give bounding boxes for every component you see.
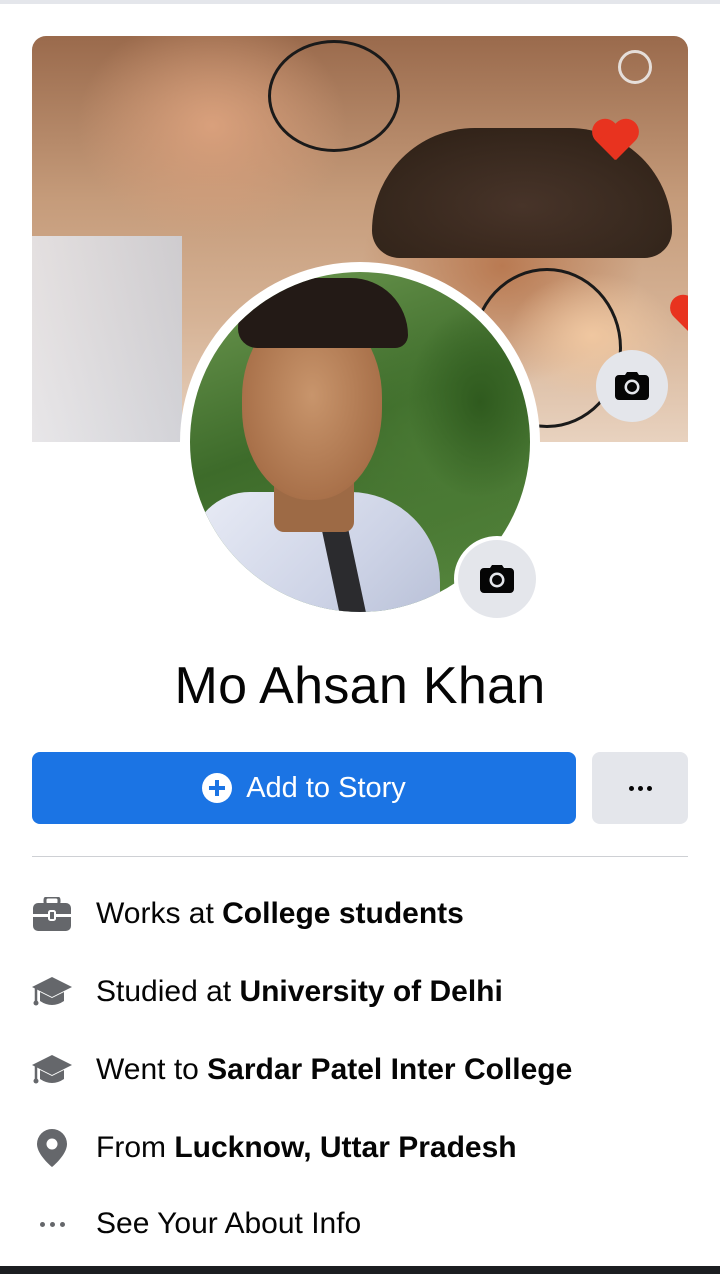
top-divider: [0, 0, 720, 4]
briefcase-icon: [32, 894, 72, 934]
profile-name: Mo Ahsan Khan: [174, 657, 546, 715]
see-about-info-link[interactable]: See Your About Info: [32, 1200, 688, 1248]
cover-glasses-decor: [268, 40, 400, 152]
profile-photo-figure: [238, 278, 408, 348]
graduation-cap-icon: [32, 972, 72, 1012]
intro-item-university[interactable]: Studied at University of Delhi: [32, 968, 688, 1016]
camera-icon: [615, 372, 649, 400]
see-about-info-label: See Your About Info: [96, 1207, 362, 1240]
intro-item-hometown[interactable]: From Lucknow, Uttar Pradesh: [32, 1124, 688, 1172]
heart-sticker-icon: [590, 120, 640, 166]
add-to-story-button[interactable]: Add to Story: [32, 752, 576, 824]
more-dots-icon: [32, 1204, 72, 1244]
intro-item-prefix: Works at: [96, 897, 223, 930]
more-dots-icon: [628, 785, 652, 791]
edit-cover-photo-button[interactable]: [596, 350, 668, 422]
edit-profile-picture-button[interactable]: [454, 536, 540, 622]
intro-item-prefix: From: [96, 1131, 175, 1164]
graduation-cap-icon: [32, 1050, 72, 1090]
more-options-button[interactable]: [592, 752, 688, 824]
section-divider: [32, 856, 688, 857]
intro-item-school[interactable]: Went to Sardar Patel Inter College: [32, 1046, 688, 1094]
intro-item-prefix: Studied at: [96, 975, 240, 1008]
intro-item-prefix: Went to: [96, 1053, 208, 1086]
intro-item-value: Lucknow, Uttar Pradesh: [174, 1131, 517, 1164]
add-to-story-label: Add to Story: [246, 771, 406, 804]
heart-sticker-icon: [668, 296, 688, 342]
cover-photo-figure: [32, 236, 182, 442]
bottom-bar: [0, 1266, 720, 1274]
intro-item-value: College students: [222, 897, 464, 930]
plus-circle-icon: [202, 773, 233, 803]
timer-icon: [618, 50, 652, 84]
camera-icon: [480, 565, 514, 593]
intro-item-work[interactable]: Works at College students: [32, 890, 688, 938]
intro-item-value: Sardar Patel Inter College: [207, 1053, 573, 1086]
intro-item-value: University of Delhi: [239, 975, 503, 1008]
location-pin-icon: [32, 1128, 72, 1168]
